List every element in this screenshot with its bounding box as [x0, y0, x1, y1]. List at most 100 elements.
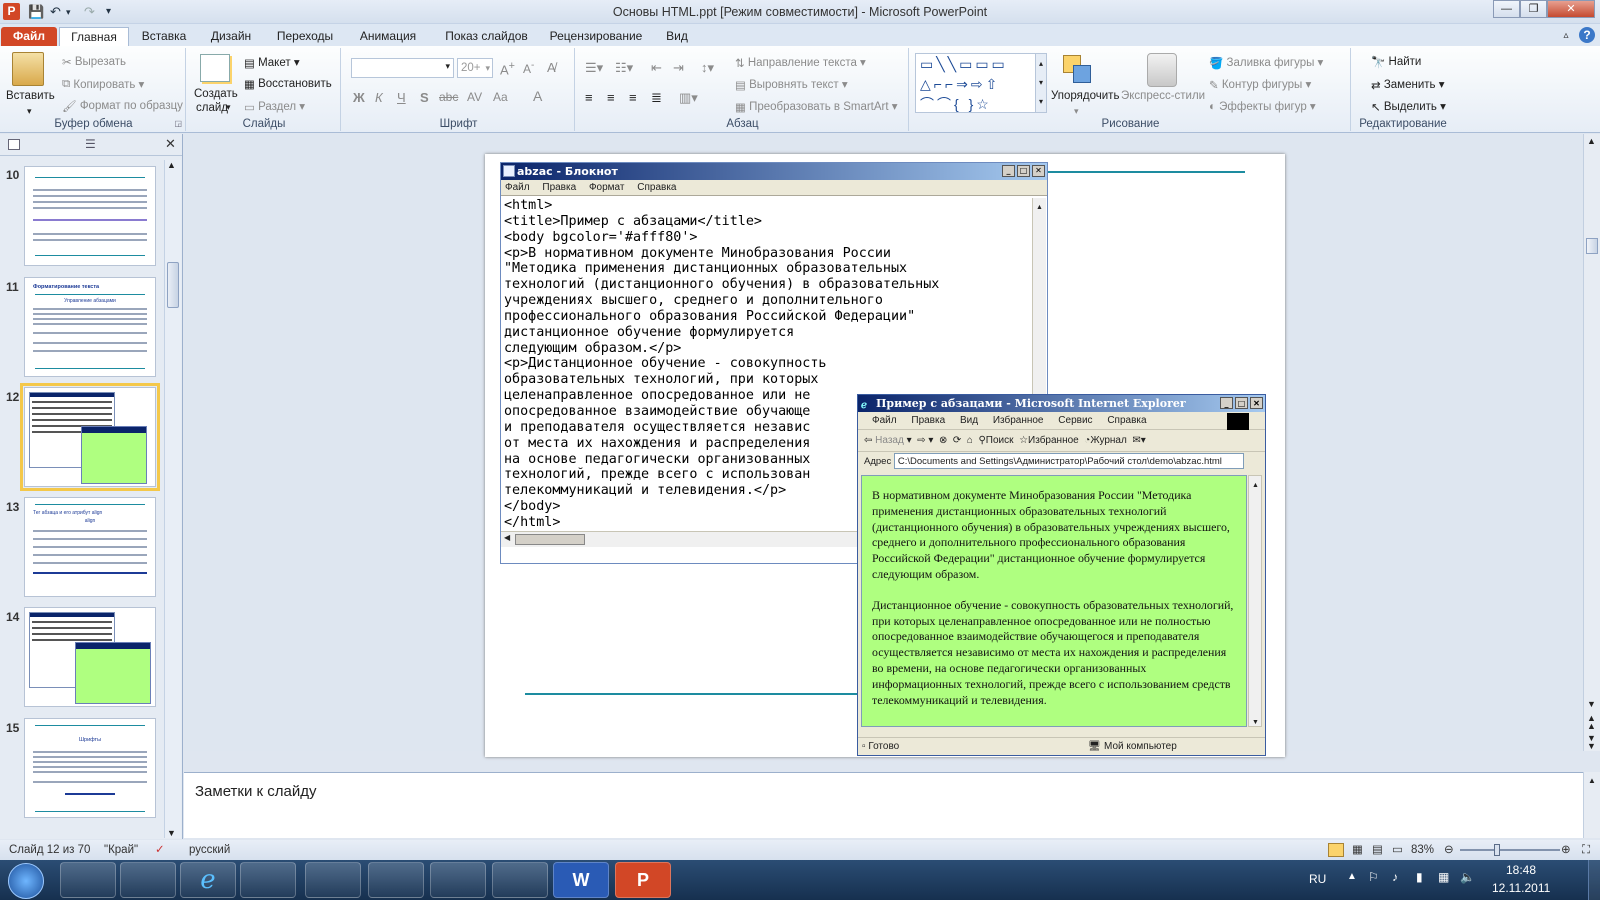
ie-menu-view[interactable]: Вид [960, 415, 978, 426]
thumbnails-scrollbar[interactable]: ▲ ▼ [164, 160, 181, 838]
shapes-gallery[interactable]: ▭╲╲▭▭▭ △⌐⌐⇒⇨⇧ ⌒⌒{ }☆ [915, 53, 1047, 113]
font-size-select[interactable]: 20+ ▾ [457, 58, 493, 78]
arrange-dropdown-icon[interactable]: ▾ [1074, 106, 1079, 117]
back-button[interactable]: ⇦ Назад ▾ [864, 435, 912, 446]
ie-menu-tools[interactable]: Сервис [1058, 415, 1092, 426]
section-button[interactable]: ▭ Раздел ▾ [244, 99, 305, 114]
taskbar-app2-icon[interactable] [430, 862, 486, 898]
slide-sorter-icon[interactable]: ▦ [1352, 840, 1363, 860]
arrange-icon[interactable] [1061, 53, 1095, 87]
keyboard-language[interactable]: RU [1309, 872, 1326, 886]
network-icon[interactable]: ⚐ [1368, 870, 1379, 884]
slide-thumbnail-13[interactable]: Тег абзаца и его атрибут align align [24, 497, 156, 597]
zoom-in-icon[interactable]: ⊕ [1561, 840, 1571, 860]
taskbar-app-icon[interactable] [368, 862, 424, 898]
fit-slide-icon[interactable]: ⛶ [1582, 840, 1590, 860]
dialog-launcher-icon[interactable]: ◲ [174, 119, 182, 128]
spacing-icon[interactable]: AV [467, 90, 482, 104]
align-right-icon[interactable]: ≡ [629, 90, 637, 105]
copy-button[interactable]: ⧉ Копировать ▾ [62, 77, 144, 91]
language[interactable]: русский [189, 840, 230, 860]
clock-time[interactable]: 18:48 [1506, 863, 1536, 877]
theme-name[interactable]: "Край" [104, 840, 138, 860]
notepad-menu-format[interactable]: Формат [589, 182, 625, 193]
reset-button[interactable]: ▦ Восстановить [244, 77, 332, 91]
spellcheck-icon[interactable]: ✓ [155, 840, 165, 860]
layout-button[interactable]: ▤ Макет ▾ [244, 55, 300, 70]
help-icon[interactable]: ? [1579, 27, 1595, 43]
slide-thumbnail-15[interactable]: Шрифты [24, 718, 156, 818]
sound-icon[interactable]: ♪ [1392, 870, 1398, 884]
slide-thumbnail-10[interactable] [24, 166, 156, 266]
reading-view-icon[interactable]: ▤ [1372, 840, 1383, 860]
paste-dropdown-icon[interactable]: ▾ [27, 106, 32, 117]
tab-design[interactable]: Дизайн [201, 27, 261, 46]
minimize-icon[interactable]: _ [1220, 397, 1233, 409]
shapes-gallery-scroll[interactable]: ▴ ▾ ▾ [1035, 53, 1047, 113]
zoom-slider[interactable] [1460, 849, 1560, 851]
tab-insert[interactable]: Вставка [136, 27, 192, 46]
refresh-icon[interactable]: ⟳ [953, 435, 961, 446]
ie-menu-help[interactable]: Справка [1107, 415, 1146, 426]
new-slide-dropdown-icon[interactable]: ▾ [226, 102, 231, 113]
ie-window[interactable]: Пример с абзацами - Microsoft Internet E… [857, 394, 1266, 756]
minimize-ribbon-icon[interactable]: ▵ [1559, 27, 1573, 46]
slideshow-view-icon[interactable]: ▭ [1392, 840, 1403, 860]
forward-arrow-icon[interactable]: ⇨ ▾ [917, 435, 933, 446]
volume-icon[interactable]: 🔈 [1460, 870, 1475, 884]
taskbar-explorer-icon[interactable] [240, 862, 296, 898]
notepad-menu-file[interactable]: Файл [505, 182, 530, 193]
increase-indent-icon[interactable]: ⇥ [673, 60, 684, 76]
taskbar-powerpoint-icon[interactable]: P [615, 862, 671, 898]
paste-button[interactable]: Вставить [6, 90, 55, 102]
zoom-out-icon[interactable]: ⊖ [1444, 840, 1454, 860]
maximize-icon[interactable]: □ [1017, 165, 1030, 177]
ie-vscroll[interactable]: ▲ ▼ [1248, 475, 1262, 727]
bold-button[interactable]: Ж [353, 90, 365, 105]
scroll-down-icon[interactable]: ▼ [1587, 699, 1596, 709]
slide-thumbnail-11[interactable]: Форматирование текста Управление абзацам… [24, 277, 156, 377]
taskbar-ie-icon[interactable]: ℯ [180, 862, 236, 898]
strikethrough-button[interactable]: abc [439, 90, 458, 104]
grow-font-icon[interactable]: A+ [500, 60, 515, 77]
start-button[interactable] [8, 863, 44, 899]
font-name-select[interactable]: ▾ [351, 58, 454, 78]
mail-icon[interactable]: ✉▾ [1132, 435, 1145, 446]
restore-button[interactable]: ❐ [1520, 0, 1547, 18]
notepad-menu-help[interactable]: Справка [637, 182, 676, 193]
prev-slide-icon[interactable]: ▲ ▲ [1587, 714, 1596, 731]
taskbar-chrome-icon[interactable] [120, 862, 176, 898]
new-slide-button[interactable]: Создать [194, 88, 238, 100]
shrink-font-icon[interactable]: A- [523, 60, 534, 76]
scroll-up-icon[interactable]: ▲ [1587, 136, 1596, 146]
outline-tab-icon[interactable]: ☰ [85, 137, 96, 151]
find-button[interactable]: 🔭 Найти [1371, 55, 1421, 69]
battery-icon[interactable]: ▮ [1416, 870, 1423, 884]
home-icon[interactable]: ⌂ [967, 435, 973, 446]
smartart-button[interactable]: ▦ Преобразовать в SmartArt ▾ [735, 99, 898, 114]
tab-view[interactable]: Вид [659, 27, 695, 46]
scroll-thumb[interactable] [167, 262, 179, 308]
tab-home[interactable]: Главная [59, 27, 129, 46]
notepad-vscroll[interactable]: ▲ [1032, 198, 1046, 398]
ie-menu-edit[interactable]: Правка [911, 415, 945, 426]
shadow-button[interactable]: S [420, 90, 429, 105]
select-button[interactable]: ↖ Выделить ▾ [1371, 99, 1446, 114]
notes-pane[interactable]: Заметки к слайду [184, 772, 1583, 838]
normal-view-icon[interactable] [1328, 843, 1344, 857]
align-text-button[interactable]: ▤ Выровнять текст ▾ [735, 77, 848, 92]
close-icon[interactable]: ✕ [1250, 397, 1263, 409]
tray-expand-icon[interactable]: ▲ [1347, 871, 1357, 882]
journal-button[interactable]: ◔Журнал [1084, 435, 1127, 446]
shape-outline-button[interactable]: ✎ Контур фигуры ▾ [1209, 77, 1311, 92]
columns-icon[interactable]: ▥▾ [679, 90, 698, 106]
notepad-menu-edit[interactable]: Правка [542, 182, 576, 193]
shape-fill-button[interactable]: 🪣 Заливка фигуры ▾ [1209, 55, 1323, 70]
replace-button[interactable]: ⇄ Заменить ▾ [1371, 77, 1445, 92]
address-input[interactable]: C:\Documents and Settings\Администратор\… [893, 453, 1244, 470]
show-desktop-button[interactable] [1588, 860, 1600, 900]
close-pane-icon[interactable]: ✕ [165, 136, 176, 152]
slide-thumbnail-14[interactable] [24, 607, 156, 707]
scroll-up-icon[interactable]: ▲ [167, 160, 176, 170]
tray-app-icon[interactable]: ▦ [1438, 870, 1449, 884]
